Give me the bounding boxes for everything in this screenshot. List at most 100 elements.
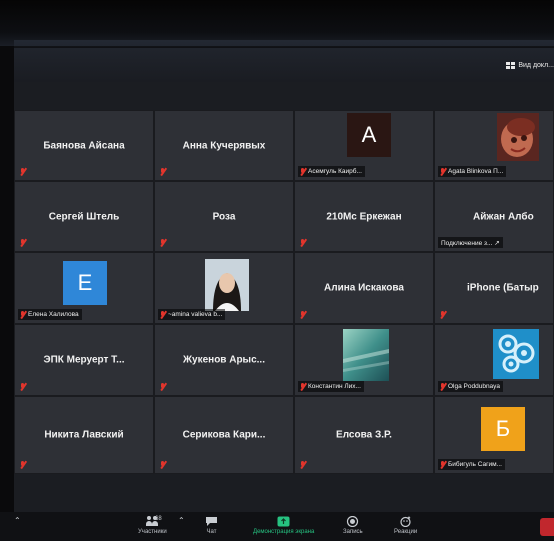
muted-mic-icon (159, 167, 166, 176)
participant-tile[interactable]: Olga Poddubnaya (434, 324, 554, 396)
reactions-icon (400, 516, 411, 527)
participant-name-label (438, 309, 451, 320)
participant-display-name: iPhone (Батыр (467, 282, 539, 294)
share-screen-label: Демонстрация экрана (253, 529, 315, 535)
participant-name-label (298, 237, 311, 248)
view-switch-label: Вид докл... (518, 61, 554, 69)
gallery-grid-icon (506, 61, 516, 69)
meeting-toolbar: ⌃ Участники 68 ⌃ Чат Демонстрация экрана (0, 512, 554, 541)
chat-icon (206, 517, 217, 526)
meeting-window: Вид докл... Баянова Айсана Анна Кучерявы… (14, 48, 554, 541)
participant-name-label: Agata Blinkova П... (438, 166, 507, 177)
participant-name-label: Бибигуль Сагим... (438, 459, 505, 470)
participant-display-name: Роза (212, 211, 236, 222)
participant-name-label (298, 309, 311, 320)
muted-mic-icon (19, 310, 26, 319)
participant-tile[interactable]: Б Бибигуль Сагим... (434, 396, 554, 474)
participant-tile[interactable]: ЭПК Меруерт Т... (14, 324, 154, 396)
zoom-meeting-photo: Вид докл... Баянова Айсана Анна Кучерявы… (0, 0, 554, 541)
participant-name-label: Константин Лих... (298, 381, 364, 392)
share-screen-icon (277, 516, 290, 527)
participant-name-label (158, 459, 171, 470)
reactions-button[interactable]: Реакции (394, 516, 417, 535)
muted-mic-icon (439, 167, 446, 176)
record-label: Запись (343, 529, 363, 535)
meeting-top-bar: Вид докл... (14, 48, 554, 82)
participant-name-label (18, 237, 31, 248)
share-screen-button[interactable]: Демонстрация экрана (253, 516, 314, 535)
participant-display-name: Алина Искакова (324, 282, 404, 294)
muted-mic-icon (19, 167, 26, 176)
participant-tile[interactable]: Елсова З.Р. (294, 396, 434, 474)
chat-button[interactable]: Чат (205, 516, 218, 535)
avatar: Б (481, 407, 525, 451)
chat-label: Чат (206, 529, 217, 535)
connection-status-label: Подключение з... ↗ (438, 237, 503, 248)
participant-tile[interactable]: ~amina valieva b... (154, 252, 294, 324)
participant-tile[interactable]: Никита Лавский (14, 396, 154, 474)
muted-mic-icon (439, 460, 446, 469)
participant-tile[interactable]: Анна Кучерявых (154, 110, 294, 181)
participant-tile[interactable]: Серикова Кари... (154, 396, 294, 474)
participant-tile[interactable]: iPhone (Батыр (434, 252, 554, 324)
participant-display-name: Жукенов Арыс... (182, 354, 265, 366)
participant-display-name: 210Мс Еркежан (326, 211, 402, 222)
muted-mic-icon (159, 460, 166, 469)
participant-display-name: Никита Лавский (44, 429, 124, 441)
muted-mic-icon (439, 382, 446, 391)
participant-tile[interactable]: Сергей Штель (14, 181, 154, 252)
chevron-up-icon[interactable]: ⌃ (178, 516, 185, 525)
muted-mic-icon (19, 238, 26, 247)
participants-label: Участники (138, 529, 167, 535)
avatar: A (347, 113, 391, 157)
participant-tile[interactable]: Алина Искакова (294, 252, 434, 324)
participant-tile[interactable]: Жукенов Арыс... (154, 324, 294, 396)
muted-mic-icon (299, 238, 306, 247)
participant-display-name: Анна Кучерявых (182, 140, 266, 151)
participant-tile[interactable]: E Елена Халилова (14, 252, 154, 324)
participants-button[interactable]: Участники (138, 516, 167, 535)
participant-name-label (18, 381, 31, 392)
view-switch-button[interactable]: Вид докл... (506, 58, 554, 72)
participant-tile[interactable]: 210Мс Еркежан (294, 181, 434, 252)
participant-name-label: Елена Халилова (18, 309, 82, 320)
muted-mic-icon (19, 382, 26, 391)
muted-mic-icon (299, 310, 306, 319)
participant-display-name: Елсова З.Р. (336, 429, 392, 441)
avatar: E (63, 261, 107, 305)
participant-display-name: Айжан Албо (473, 211, 534, 222)
participant-tile[interactable]: Роза (154, 181, 294, 252)
participant-name-label (298, 459, 311, 470)
reactions-label: Реакции (394, 529, 418, 535)
avatar (205, 259, 249, 311)
participant-name-label (18, 459, 31, 470)
muted-mic-icon (299, 460, 306, 469)
muted-mic-icon (299, 167, 306, 176)
end-meeting-button[interactable] (540, 518, 554, 536)
participant-name-label (158, 166, 171, 177)
participant-name-label: Асемгуль Каирб... (298, 166, 365, 177)
participant-name-label (18, 166, 31, 177)
muted-mic-icon (159, 382, 166, 391)
record-icon (347, 516, 359, 527)
participant-tile[interactable]: Баянова Айсана (14, 110, 154, 181)
avatar (497, 113, 539, 161)
participant-name-label (158, 381, 171, 392)
participant-name-label: Olga Poddubnaya (438, 381, 504, 392)
participant-tile[interactable]: Айжан Албо Подключение з... ↗ (434, 181, 554, 252)
chevron-up-icon[interactable]: ⌃ (14, 516, 21, 525)
record-button[interactable]: Запись (343, 516, 363, 535)
participant-tile[interactable]: Константин Лих... (294, 324, 434, 396)
participant-tile[interactable]: A Асемгуль Каирб... (294, 110, 434, 181)
gallery-grid: Баянова Айсана Анна Кучерявых A Асемгуль… (14, 110, 554, 541)
participant-display-name: Серикова Кари... (182, 429, 266, 441)
participant-name-label (158, 237, 171, 248)
participant-name-label: ~amina valieva b... (158, 309, 226, 320)
participants-count: 68 (155, 516, 162, 522)
participant-display-name: ЭПК Меруерт Т... (43, 354, 125, 366)
participant-display-name: Сергей Штель (48, 211, 120, 222)
participant-tile[interactable]: Agata Blinkova П... (434, 110, 554, 181)
muted-mic-icon (19, 460, 26, 469)
muted-mic-icon (159, 310, 166, 319)
participant-display-name: Баянова Айсана (43, 140, 125, 151)
